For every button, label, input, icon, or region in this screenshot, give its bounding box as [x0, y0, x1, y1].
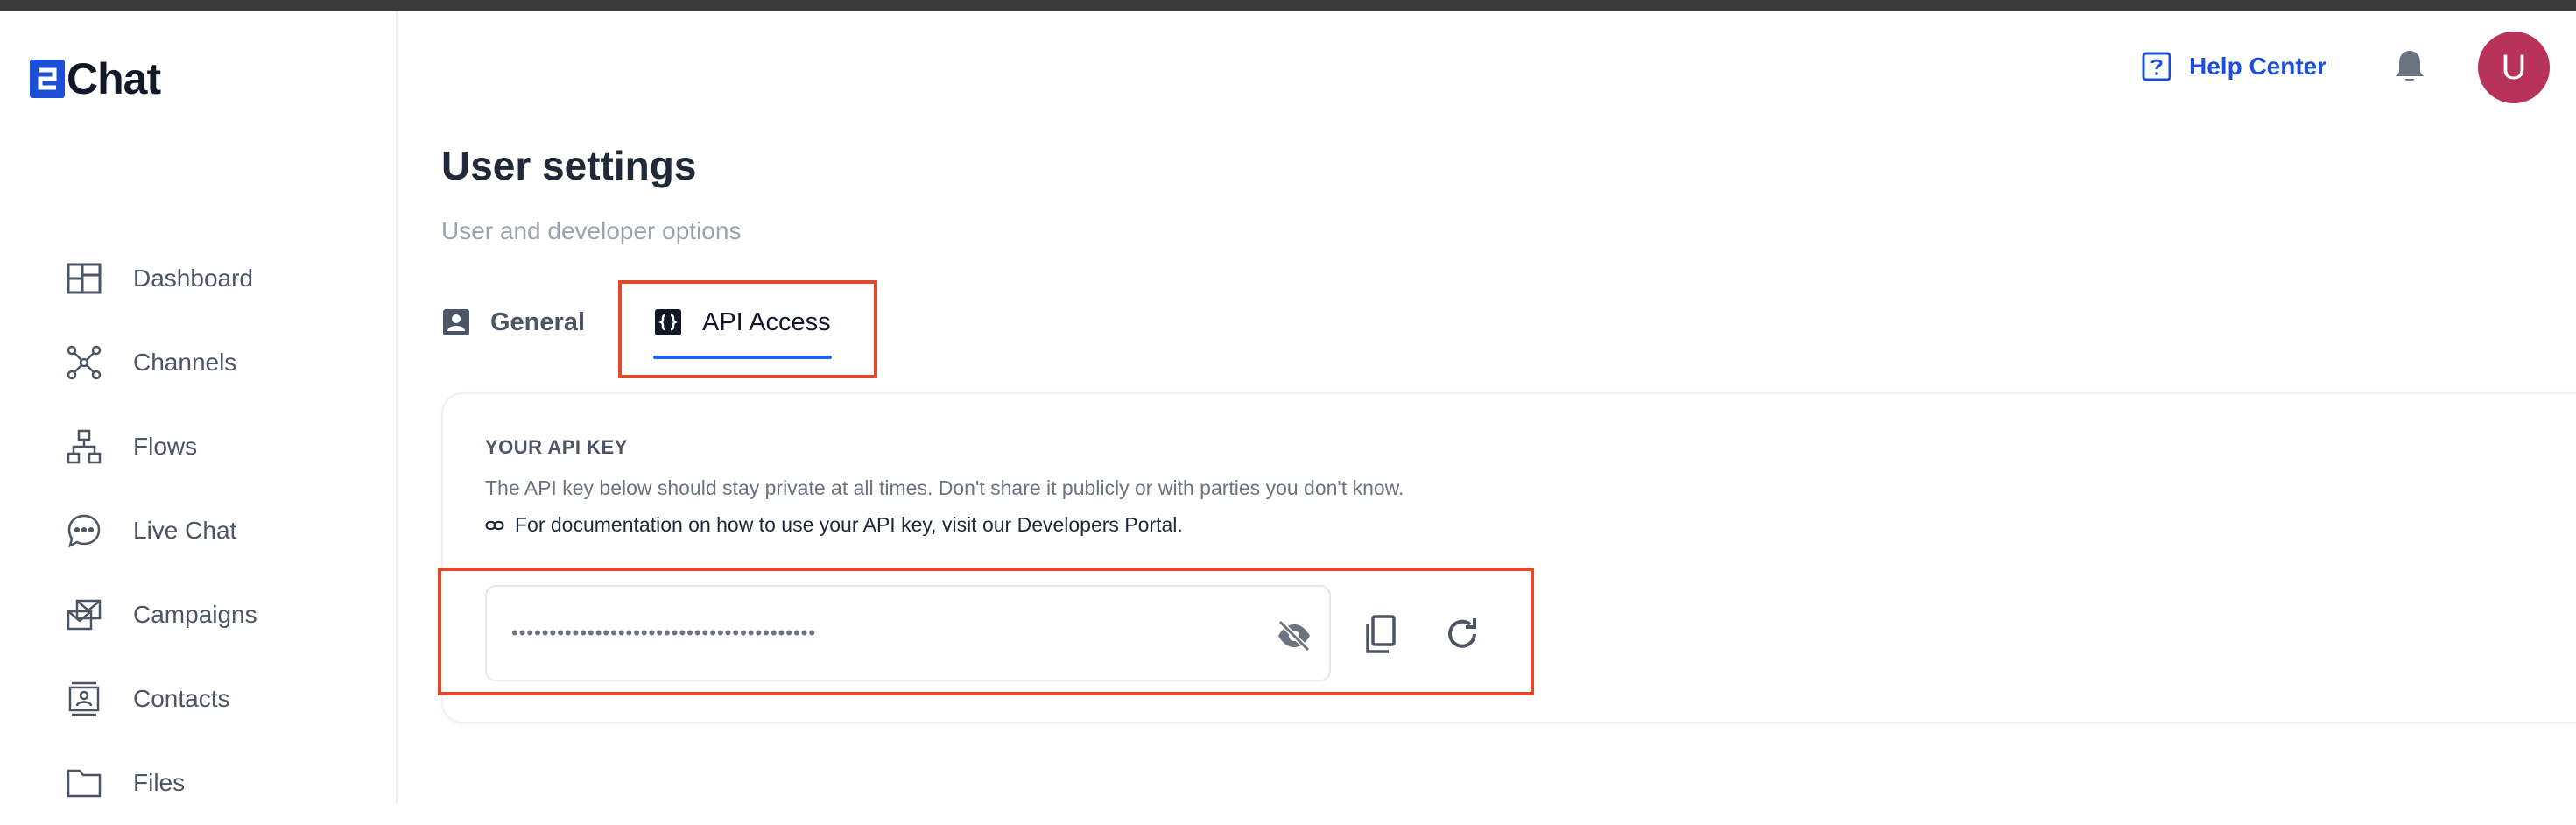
notification-bell-icon[interactable] [2392, 47, 2427, 86]
api-key-description: The API key below should stay private at… [485, 476, 1404, 499]
user-card-icon [441, 307, 471, 337]
sidebar-item-label: Contacts [133, 685, 230, 712]
sidebar-item-label: Dashboard [133, 264, 253, 292]
sidebar-item-dashboard[interactable]: Dashboard [65, 236, 380, 321]
api-key-heading: YOUR API KEY [485, 436, 628, 458]
help-center-link[interactable]: Help Center [2142, 46, 2326, 88]
sidebar-nav: Dashboard Channels Flows Live Chat Campa… [65, 236, 380, 825]
help-question-icon [2142, 52, 2171, 81]
link-icon [485, 516, 504, 535]
highlight-box-tab [618, 280, 877, 378]
tab-general[interactable]: General [441, 282, 585, 363]
sidebar: Chat Dashboard Channels Flows Live Chat … [0, 11, 398, 804]
sidebar-item-label: Flows [133, 433, 198, 460]
developers-portal-text: For documentation on how to use your API… [515, 513, 1183, 536]
sidebar-item-label: Live Chat [133, 517, 237, 544]
highlight-box-api-key [438, 568, 1534, 695]
sidebar-item-files[interactable]: Files [65, 741, 380, 825]
sidebar-item-live-chat[interactable]: Live Chat [65, 489, 380, 573]
sidebar-item-channels[interactable]: Channels [65, 321, 380, 405]
flows-icon [65, 427, 103, 466]
campaigns-icon [65, 596, 103, 634]
sidebar-item-flows[interactable]: Flows [65, 405, 380, 489]
logo[interactable]: Chat [30, 54, 161, 103]
channels-icon [65, 343, 103, 382]
developers-portal-link[interactable]: For documentation on how to use your API… [485, 513, 1183, 537]
avatar[interactable]: U [2478, 32, 2550, 103]
sidebar-item-contacts[interactable]: Contacts [65, 657, 380, 741]
sidebar-item-label: Campaigns [133, 601, 257, 628]
folder-icon [65, 764, 103, 802]
sidebar-item-label: Files [133, 769, 186, 796]
sidebar-item-campaigns[interactable]: Campaigns [65, 573, 380, 657]
logo-mark-icon [30, 60, 65, 98]
avatar-initial: U [2501, 47, 2527, 87]
dashboard-icon [65, 259, 103, 298]
page-subtitle: User and developer options [441, 217, 742, 244]
logo-text: Chat [67, 54, 161, 103]
window-top-strip [0, 0, 2576, 11]
page-title: User settings [441, 143, 697, 188]
tab-label: General [490, 307, 585, 336]
contacts-icon [65, 680, 103, 718]
chat-bubble-icon [65, 511, 103, 550]
help-center-label: Help Center [2189, 53, 2327, 80]
sidebar-item-label: Channels [133, 349, 237, 376]
